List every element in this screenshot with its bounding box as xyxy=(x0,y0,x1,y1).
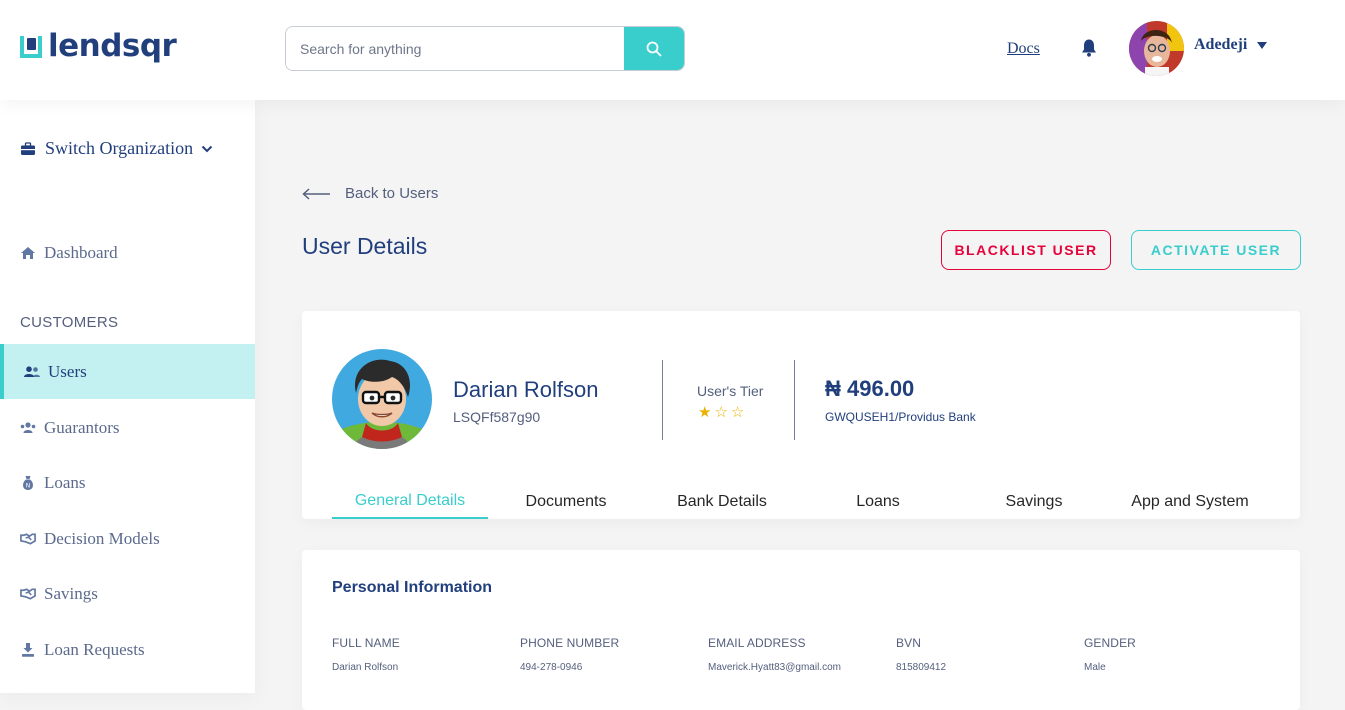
field-value: 815809412 xyxy=(896,662,947,673)
sidebar: Switch Organization Dashboard CUSTOMERS … xyxy=(0,100,255,693)
field-gender: GENDER Male xyxy=(1084,636,1136,673)
sidebar-item-savings[interactable]: Savings xyxy=(0,566,255,621)
tab-app-and-system[interactable]: App and System xyxy=(1112,483,1268,519)
search-input[interactable] xyxy=(286,27,624,70)
switch-organization-label: Switch Organization xyxy=(45,138,194,158)
sidebar-item-label: Dashboard xyxy=(44,242,118,262)
profile-name: Darian Rolfson xyxy=(453,377,599,402)
tab-loans[interactable]: Loans xyxy=(800,483,956,519)
section-title-customers: CUSTOMERS xyxy=(20,314,119,331)
field-value: 494-278-0946 xyxy=(520,662,583,673)
sidebar-item-label: Guarantors xyxy=(44,417,120,437)
field-bvn: BVN 815809412 xyxy=(896,636,946,673)
tier-stars: ★☆☆ xyxy=(698,404,748,421)
back-to-users-link[interactable]: Back to Users xyxy=(302,185,438,202)
sidebar-item-loans[interactable]: N Loans xyxy=(0,455,255,510)
sidebar-item-label: Loans xyxy=(44,472,86,492)
tab-savings[interactable]: Savings xyxy=(956,483,1112,519)
sidebar-item-loan-requests[interactable]: Loan Requests xyxy=(0,622,255,677)
caret-down-icon[interactable] xyxy=(1257,42,1267,49)
field-label: BVN xyxy=(896,636,921,650)
handshake-icon xyxy=(20,531,36,547)
tab-documents[interactable]: Documents xyxy=(488,483,644,519)
sidebar-item-label: Users xyxy=(48,361,87,381)
field-label: GENDER xyxy=(1084,636,1136,650)
field-email-address: EMAIL ADDRESS Maverick.Hyatt83@gmail.com xyxy=(708,636,841,673)
sidebar-item-label: Decision Models xyxy=(44,528,160,548)
field-value: Male xyxy=(1084,662,1106,673)
sidebar-item-dashboard[interactable]: Dashboard xyxy=(0,225,255,280)
account-balance: ₦ 496.00 xyxy=(825,376,915,401)
avatar[interactable] xyxy=(1129,21,1184,76)
profile-tabs: General Details Documents Bank Details L… xyxy=(332,483,1270,519)
blacklist-user-button[interactable]: BLACKLIST USER xyxy=(941,230,1111,270)
bank-account: GWQUSEH1/Providus Bank xyxy=(825,410,976,424)
field-phone-number: PHONE NUMBER 494-278-0946 xyxy=(520,636,619,673)
svg-text:N: N xyxy=(26,482,31,489)
savings-icon xyxy=(20,586,36,602)
chevron-down-icon xyxy=(201,145,213,152)
loan-requests-icon xyxy=(20,642,36,658)
loans-sack-icon: N xyxy=(20,475,36,491)
logo[interactable]: lendsqr xyxy=(20,28,177,64)
sidebar-item-label: Loan Requests xyxy=(44,639,145,659)
sidebar-item-users[interactable]: Users xyxy=(0,344,255,399)
user-tier-label: User's Tier xyxy=(697,383,764,399)
notification-bell-icon[interactable] xyxy=(1080,38,1098,63)
field-value: Darian Rolfson xyxy=(332,662,399,673)
divider xyxy=(794,360,795,440)
home-icon xyxy=(20,245,36,261)
tab-general-details[interactable]: General Details xyxy=(332,483,488,519)
profile-id: LSQFf587g90 xyxy=(453,409,541,425)
field-full-name: FULL NAME Darian Rolfson xyxy=(332,636,400,673)
top-bar: lendsqr Docs Adedeji xyxy=(0,0,1345,100)
profile-avatar xyxy=(332,349,432,449)
page-title: User Details xyxy=(302,233,428,259)
field-label: EMAIL ADDRESS xyxy=(708,636,806,650)
section-title-personal-information: Personal Information xyxy=(332,579,493,596)
profile-card: Darian Rolfson LSQFf587g90 User's Tier ★… xyxy=(302,311,1300,519)
personal-information-card: Personal Information FULL NAME Darian Ro… xyxy=(302,550,1300,710)
logo-text: lendsqr xyxy=(48,28,177,64)
search-button[interactable] xyxy=(624,27,684,70)
guarantors-icon xyxy=(20,420,36,436)
field-label: FULL NAME xyxy=(332,636,400,650)
users-icon xyxy=(24,364,40,380)
activate-user-button[interactable]: ACTIVATE USER xyxy=(1131,230,1301,270)
search-icon xyxy=(646,41,662,56)
switch-organization[interactable]: Switch Organization xyxy=(20,138,213,159)
tab-bank-details[interactable]: Bank Details xyxy=(644,483,800,519)
sidebar-item-decision-models[interactable]: Decision Models xyxy=(0,511,255,566)
sidebar-item-guarantors[interactable]: Guarantors xyxy=(0,400,255,455)
field-label: PHONE NUMBER xyxy=(520,636,620,650)
logo-mark-icon xyxy=(20,34,42,58)
user-name[interactable]: Adedeji xyxy=(1194,36,1247,54)
search-bar xyxy=(285,26,685,71)
field-value: Maverick.Hyatt83@gmail.com xyxy=(708,662,841,673)
briefcase-icon xyxy=(21,141,35,155)
divider xyxy=(662,360,663,440)
arrow-left-icon xyxy=(302,187,330,200)
sidebar-item-label: Savings xyxy=(44,583,98,603)
back-label: Back to Users xyxy=(345,185,439,202)
docs-link[interactable]: Docs xyxy=(1007,40,1040,58)
